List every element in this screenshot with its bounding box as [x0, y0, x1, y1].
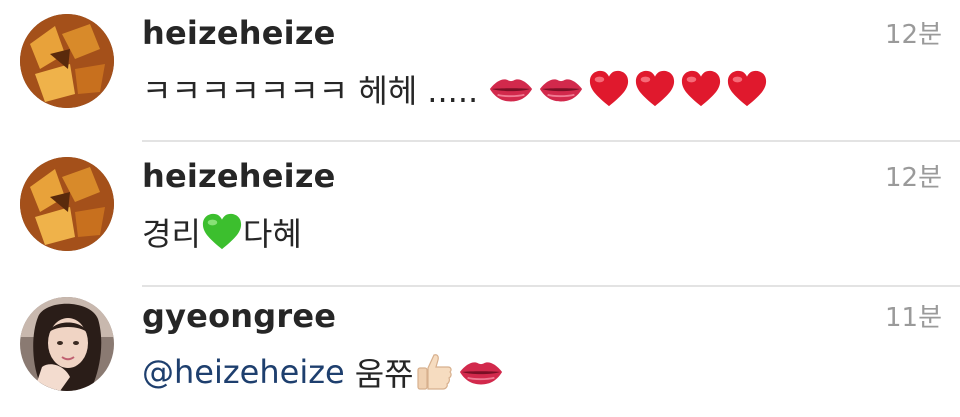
comment-item: heizeheize 12분 ㅋㅋㅋㅋㅋㅋㅋ 헤헤 .....	[0, 0, 960, 140]
lips-emoji	[488, 75, 534, 103]
lips-emoji	[458, 358, 504, 386]
comment-timestamp: 11분	[884, 303, 942, 333]
comment-item: heizeheize 12분 경리 다혜	[0, 143, 960, 283]
comment-message: ㅋㅋㅋㅋㅋㅋㅋ 헤헤 .....	[142, 72, 479, 110]
avatar[interactable]	[20, 14, 114, 108]
comment-timestamp: 12분	[884, 20, 942, 50]
divider	[142, 140, 960, 142]
avatar[interactable]	[20, 297, 114, 391]
comment-item: gyeongree 11분 @heizeheize 움쮸	[0, 287, 960, 417]
mention-link[interactable]: @heizeheize	[142, 353, 345, 391]
comment-username[interactable]: gyeongree	[142, 297, 336, 335]
green-heart-emoji	[201, 212, 243, 252]
red-heart-emoji	[680, 69, 722, 109]
comment-text: ㅋㅋㅋㅋㅋㅋㅋ 헤헤 .....	[142, 66, 768, 112]
lips-emoji	[538, 75, 584, 103]
comment-timestamp: 12분	[884, 163, 942, 193]
comment-message-start: 경리	[142, 215, 201, 253]
comment-username[interactable]: heizeheize	[142, 157, 336, 195]
avatar[interactable]	[20, 157, 114, 251]
comment-message-end: 다혜	[242, 215, 302, 253]
comment-message: 움쮸	[354, 355, 414, 393]
red-heart-emoji	[588, 69, 630, 109]
comment-text: @heizeheize 움쮸	[142, 349, 504, 395]
comment-text: 경리 다혜	[142, 209, 302, 255]
comment-list: heizeheize 12분 ㅋㅋㅋㅋㅋㅋㅋ 헤헤 ..... heizehei…	[0, 0, 960, 417]
red-heart-emoji	[726, 69, 768, 109]
comment-username[interactable]: heizeheize	[142, 14, 336, 52]
red-heart-emoji	[634, 69, 676, 109]
thumbs-up-emoji	[414, 352, 454, 392]
